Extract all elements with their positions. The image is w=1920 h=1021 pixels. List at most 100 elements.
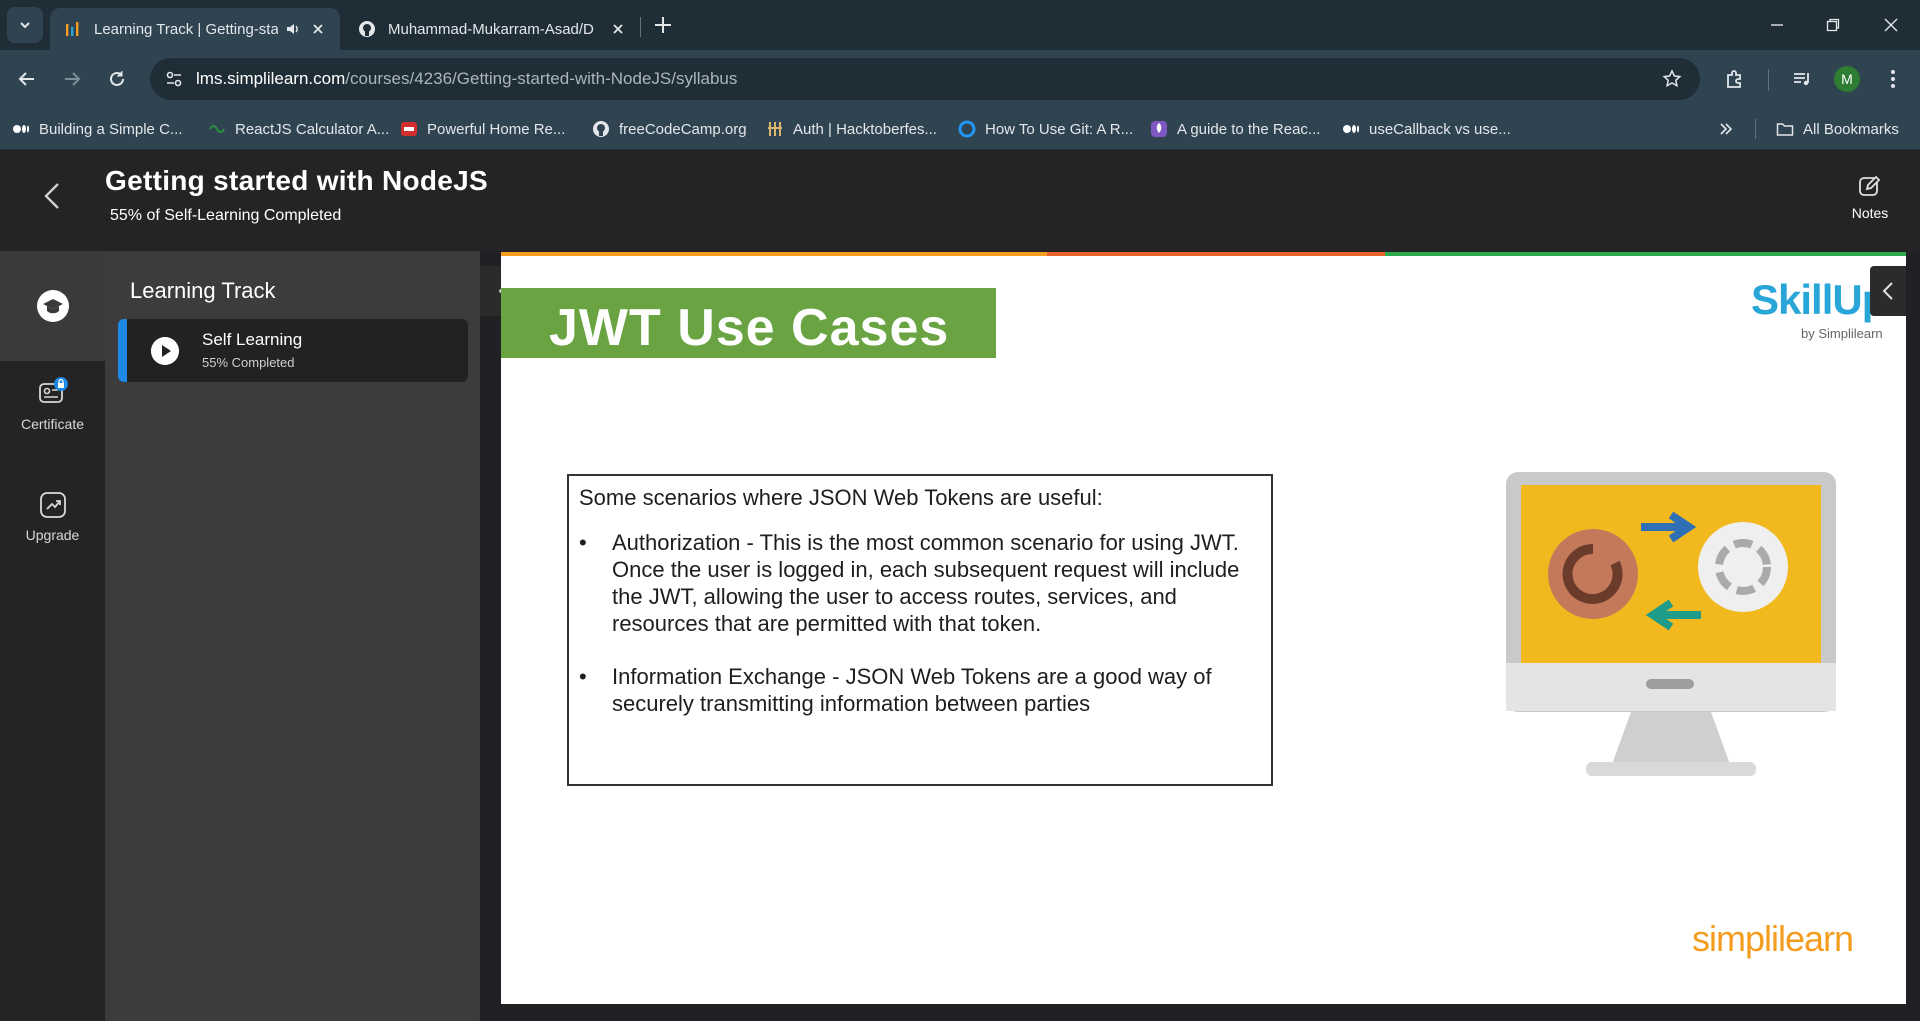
close-icon [1884, 18, 1898, 32]
minimize-button[interactable] [1762, 10, 1792, 40]
double-chevron-right-icon [1720, 123, 1733, 135]
arrow-left-icon [18, 72, 34, 86]
bookmarks-divider [1755, 119, 1756, 139]
bookmark-item[interactable]: A guide to the Reac... [1150, 108, 1320, 150]
nav-upgrade[interactable]: Upgrade [0, 491, 105, 561]
tab-learning-track[interactable]: Learning Track | Getting-star [50, 8, 340, 50]
puzzle-icon [1727, 70, 1741, 88]
slide-title-box: JWT Use Cases [501, 288, 996, 358]
bookmark-label: How To Use Git: A R... [985, 120, 1134, 138]
media-control-button[interactable] [1787, 64, 1817, 94]
close-window-button[interactable] [1876, 10, 1906, 40]
course-title: Getting started with NodeJS [105, 165, 489, 196]
nav-certificate[interactable]: Certificate [0, 376, 105, 446]
browser-menu-button[interactable] [1878, 64, 1908, 94]
self-learning-progress: 55% Completed [202, 355, 295, 370]
top-stripe-green [1385, 252, 1906, 256]
back-chevron-icon[interactable] [40, 176, 64, 216]
tab-search-button[interactable] [7, 7, 43, 43]
minimize-icon [1771, 24, 1783, 26]
kebab-menu-icon [1891, 70, 1895, 88]
profile-avatar[interactable]: M [1834, 66, 1860, 92]
tab-github[interactable]: Muhammad-Mukarram-Asad/D [344, 8, 640, 50]
top-stripe-orange [501, 252, 1047, 256]
medium-icon [1343, 125, 1359, 133]
bookmark-item[interactable]: useCallback vs use... [1342, 108, 1511, 150]
lesson-slide: JWT Use Cases SkillUp by Simplilearn Som… [501, 252, 1906, 1004]
notes-label: Notes [1851, 205, 1889, 221]
bookmark-item[interactable]: Building a Simple C... [12, 108, 182, 150]
bookmark-item[interactable]: freeCodeCamp.org [592, 108, 747, 150]
monitor-exchange-illustration [1506, 472, 1836, 776]
top-stripe-red [1047, 252, 1385, 256]
slide-content-box: Some scenarios where JSON Web Tokens are… [567, 474, 1273, 786]
all-bookmarks-label: All Bookmarks [1803, 120, 1899, 138]
address-bar[interactable]: lms.simplilearn.com/courses/4236/Getting… [150, 58, 1700, 100]
bookmark-item[interactable]: ReactJS Calculator A... [208, 108, 389, 150]
toolbar-divider [1768, 69, 1769, 91]
slide-side-toggle[interactable] [1870, 266, 1906, 316]
skillup-byline: by Simplilearn [1801, 326, 1883, 341]
lms-page: Getting started with NodeJS 55% of Self-… [0, 151, 1920, 1021]
github-icon [359, 21, 375, 37]
chevron-down-icon [20, 22, 30, 29]
folder-icon [1776, 123, 1794, 136]
nav-learning-track[interactable] [0, 251, 105, 361]
notes-button[interactable]: Notes [1845, 173, 1895, 221]
bookmark-label: Powerful Home Re... [427, 120, 566, 138]
nav-certificate-label: Certificate [20, 416, 85, 432]
reload-button[interactable] [102, 64, 132, 94]
all-bookmarks-button[interactable]: All Bookmarks [1776, 108, 1899, 150]
panel-title: Learning Track [130, 278, 276, 303]
red-site-icon [401, 122, 417, 136]
blue-site-icon [958, 120, 976, 138]
bookmark-label: Auth | Hacktoberfes... [793, 120, 937, 138]
geeks-icon [209, 125, 225, 133]
bookmark-item[interactable]: Powerful Home Re... [400, 108, 565, 150]
course-progress-text: 55% of Self-Learning Completed [110, 207, 342, 224]
graduation-cap-icon [36, 290, 69, 322]
upgrade-trend-icon [39, 492, 66, 518]
more-bookmarks-button[interactable] [1718, 108, 1734, 150]
bookmark-label: useCallback vs use... [1369, 120, 1511, 138]
bullet-information-exchange: Information Exchange - JSON Web Tokens a… [579, 663, 1261, 717]
speaker-icon[interactable] [284, 20, 302, 38]
new-tab-plus-icon[interactable] [650, 12, 676, 38]
browser-toolbar: lms.simplilearn.com/courses/4236/Getting… [0, 50, 1920, 108]
slide-intro: Some scenarios where JSON Web Tokens are… [579, 485, 1103, 510]
course-header: Getting started with NodeJS 55% of Self-… [0, 151, 1920, 251]
bookmark-label: freeCodeCamp.org [619, 120, 747, 138]
forward-button[interactable] [57, 64, 87, 94]
edit-notes-icon [1859, 175, 1881, 196]
close-tab-icon[interactable] [310, 21, 326, 37]
restore-icon [1826, 18, 1840, 32]
bookmark-star-icon[interactable] [1662, 69, 1682, 89]
self-learning-item[interactable]: Self Learning 55% Completed [118, 319, 468, 382]
extensions-button[interactable] [1720, 64, 1750, 94]
learning-track-panel: Learning Track Self Learning 55% Complet… [105, 251, 480, 1021]
arrow-right-icon [65, 72, 81, 86]
site-info-icon[interactable] [164, 69, 184, 89]
bookmarks-bar: Building a Simple C... ReactJS Calculato… [0, 108, 1920, 150]
back-button[interactable] [12, 64, 42, 94]
close-tab-icon[interactable] [610, 21, 626, 37]
github-icon [593, 121, 609, 137]
url-text: lms.simplilearn.com/courses/4236/Getting… [196, 69, 737, 89]
simplilearn-favicon-icon [66, 22, 79, 36]
self-learning-label: Self Learning [202, 330, 303, 349]
bookmark-item[interactable]: How To Use Git: A R... [958, 108, 1133, 150]
left-navigation: Certificate Upgrade [0, 251, 105, 1021]
bookmark-item[interactable]: Auth | Hacktoberfes... [766, 108, 937, 150]
bookmark-label: ReactJS Calculator A... [235, 120, 390, 138]
medium-icon [13, 125, 29, 133]
url-path: /courses/4236/Getting-started-with-NodeJ… [345, 69, 738, 88]
restore-button[interactable] [1818, 10, 1848, 40]
bookmark-label: Building a Simple C... [39, 120, 183, 138]
hacktoberfest-icon [768, 122, 782, 136]
url-domain: lms.simplilearn.com [196, 69, 346, 88]
tab-divider [640, 17, 641, 37]
browser-tab-strip: Learning Track | Getting-star Muhammad-M… [0, 0, 1920, 50]
tab-title: Learning Track | Getting-star [94, 20, 278, 38]
chevron-left-icon [1882, 282, 1893, 300]
slide-title: JWT Use Cases [549, 299, 950, 357]
